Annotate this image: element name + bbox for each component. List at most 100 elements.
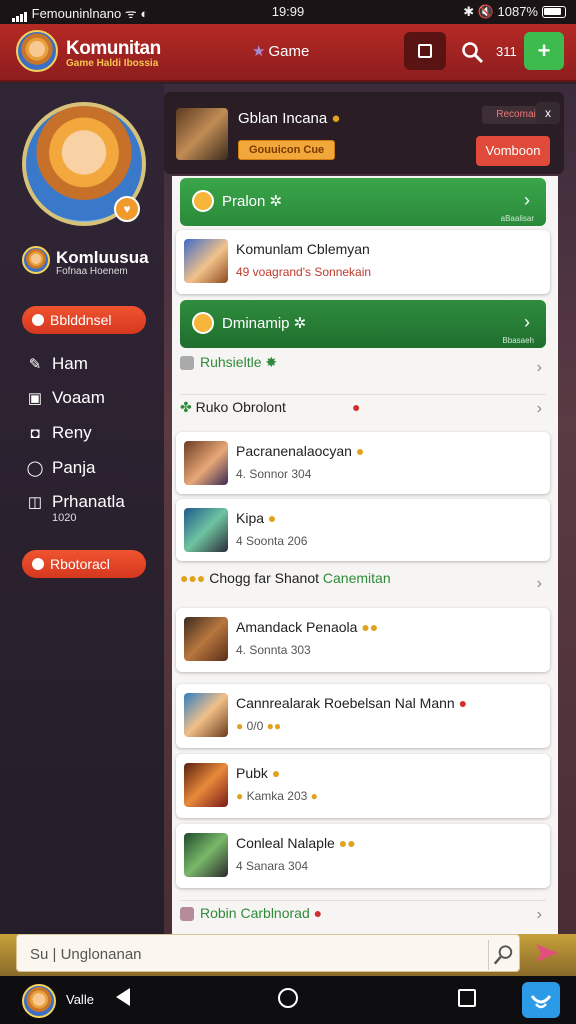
notification-tag[interactable]: Gouuicon Cue (238, 140, 336, 160)
app-header: Komunitan Game Haldi Ibossia ★ Game 311 + (0, 24, 576, 82)
search-placeholder: Su | Unglonanan (30, 946, 142, 963)
sidebar-item-ham[interactable]: ✎ Ham (26, 354, 88, 374)
star-icon: ★ (252, 43, 266, 60)
item-title: Kipa ● (236, 510, 277, 526)
list-item[interactable]: Cannrealarak Roebelsan Nal Mann ● ● 0/0 … (176, 684, 550, 748)
item-subtitle: 4. Sonnor 304 (236, 467, 312, 481)
list-item[interactable]: Pubk ● ● Kamka 203 ● (176, 754, 550, 818)
search-icon[interactable] (488, 940, 518, 970)
sidebar: ♥ Komluusua Fofnaa Hoenem Bblddnsel ✎ Ham… (0, 84, 164, 934)
item-subtitle: 4 Soonta 206 (236, 534, 308, 548)
close-icon[interactable]: x (536, 102, 560, 124)
emoji-icon: ● (331, 110, 341, 127)
secondary-action-button[interactable]: Rbotoracl (22, 550, 146, 578)
box-icon: ◫ (27, 494, 43, 511)
notification-image (176, 108, 228, 160)
chevron-right-icon: › (536, 400, 542, 417)
list-item[interactable]: Komunlam Cblemyan 49 voagrand's Sonnekai… (176, 230, 550, 294)
thumbnail (184, 508, 228, 552)
ring-icon: ◯ (26, 460, 44, 477)
chevron-right-icon: › (524, 190, 530, 210)
community-list: Pralon ✲ › aBaalisar Komunlam Cblemyan 4… (172, 176, 558, 934)
notification-action-button[interactable]: Vomboon (476, 136, 550, 166)
recents-icon[interactable] (458, 989, 476, 1007)
item-subtitle: 4 Sanara 304 (236, 859, 309, 873)
item-title: Pacranenalaocyan ● (236, 443, 365, 459)
search-icon[interactable] (460, 40, 484, 64)
thumbnail (184, 441, 228, 485)
chevron-right-icon: › (536, 359, 542, 376)
home-icon[interactable] (278, 988, 298, 1008)
list-item[interactable]: Pacranenalaocyan ● 4. Sonnor 304 (176, 432, 550, 494)
sparkle-icon: ✸ (265, 354, 278, 370)
item-subtitle: 49 voagrand's Sonnekain (236, 265, 372, 279)
clock: 19:99 (271, 4, 305, 19)
list-item[interactable]: Conleal Nalaple ●● 4 Sanara 304 (176, 824, 550, 888)
tag-icon (180, 907, 194, 922)
chat-icon: ▣ (27, 390, 43, 407)
carrier-text: Femouninlnano ᯤ ◐ (12, 4, 148, 23)
send-icon[interactable] (534, 940, 560, 966)
nav-label: Valle (66, 992, 94, 1007)
heart-icon: ♥ (114, 196, 140, 222)
square-icon (418, 44, 432, 58)
sidebar-item-panja[interactable]: ◯ Panja (26, 458, 96, 478)
section-header-pralon[interactable]: Pralon ✲ › aBaalisar (180, 178, 546, 226)
notification-title: Gblan Incana ● (238, 110, 341, 127)
list-item[interactable]: Amandack Penaola ●● 4. Sonnta 303 (176, 608, 550, 672)
avatar-icon (192, 312, 214, 334)
thumbnail (184, 833, 228, 877)
tab-game[interactable]: ★ Game (252, 42, 309, 60)
chevron-right-icon: › (536, 575, 542, 592)
add-button[interactable]: + (524, 32, 564, 70)
chevron-right-icon: › (524, 312, 530, 332)
thumbnail (184, 239, 228, 283)
section-title: Pralon ✲ (222, 193, 283, 210)
emoji-group-icon: ●●● (180, 570, 206, 586)
pin-icon: ✎ (28, 356, 42, 373)
user-name: Komluusua (56, 248, 149, 267)
item-subtitle: ● Kamka 203 ● (236, 789, 318, 803)
category-row[interactable]: ✤ Ruko Obrolont ● › (180, 394, 546, 426)
section-title: Dminamip ✲ (222, 315, 307, 332)
badge-icon: ● (352, 399, 361, 415)
app-avatar[interactable] (16, 30, 58, 72)
chevron-right-icon: › (536, 906, 542, 923)
app-subtitle: Game Haldi Ibossia (66, 58, 159, 69)
status-bar: Femouninlnano ᯤ ◐ 19:99 ✱ 🔇 1087% (0, 0, 576, 24)
header-count: 311 (496, 44, 517, 59)
back-icon[interactable] (116, 988, 130, 1006)
section-meta: aBaalisar (500, 214, 534, 223)
thumbnail (184, 617, 228, 661)
list-item[interactable]: Kipa ● 4 Soonta 206 (176, 499, 550, 561)
nav-avatar[interactable] (22, 984, 56, 1018)
item-subtitle: 4. Sonnta 303 (236, 643, 311, 657)
category-row[interactable]: Robin Carblnorad ● › (180, 900, 546, 932)
thumbnail (184, 693, 228, 737)
primary-action-button[interactable]: Bblddnsel (22, 306, 146, 334)
battery-icon (542, 6, 566, 18)
section-header-dminamip[interactable]: Dminamip ✲ › Bbasaeh (180, 300, 546, 348)
category-row[interactable]: Ruhsieltle ✸ › (180, 354, 546, 386)
app-shortcut-button[interactable] (522, 982, 560, 1018)
item-title: Komunlam Cblemyan (236, 241, 370, 257)
thumbnail (184, 763, 228, 807)
section-meta: Bbasaeh (502, 336, 534, 345)
item-title: Cannrealarak Roebelsan Nal Mann ● (236, 695, 468, 711)
category-row[interactable]: ●●● Chogg far Shanot Canemitan › (180, 570, 546, 602)
item-title: Pubk ● (236, 765, 281, 781)
shield-icon: ◘ (30, 425, 40, 442)
item-title: Conleal Nalaple ●● (236, 835, 356, 851)
sidebar-item-voaam[interactable]: ▣ Voaam (26, 388, 105, 408)
item-subtitle: ● 0/0 ●● (236, 719, 282, 733)
user-avatar (22, 246, 50, 274)
sidebar-item-prhanatla[interactable]: ◫ Prhanatla (26, 492, 125, 512)
app-title: Komunitan (66, 38, 161, 59)
square-button[interactable] (404, 32, 446, 70)
user-subtitle: Fofnaa Hoenem (56, 266, 128, 277)
battery-text: ✱ 🔇 1087% (463, 4, 538, 19)
notification-card[interactable]: Gblan Incana ● Gouuicon Cue Recomai x Vo… (164, 92, 564, 174)
coin-icon (192, 190, 214, 212)
sidebar-item-reny[interactable]: ◘ Reny (26, 423, 91, 443)
signal-icon (12, 7, 28, 23)
